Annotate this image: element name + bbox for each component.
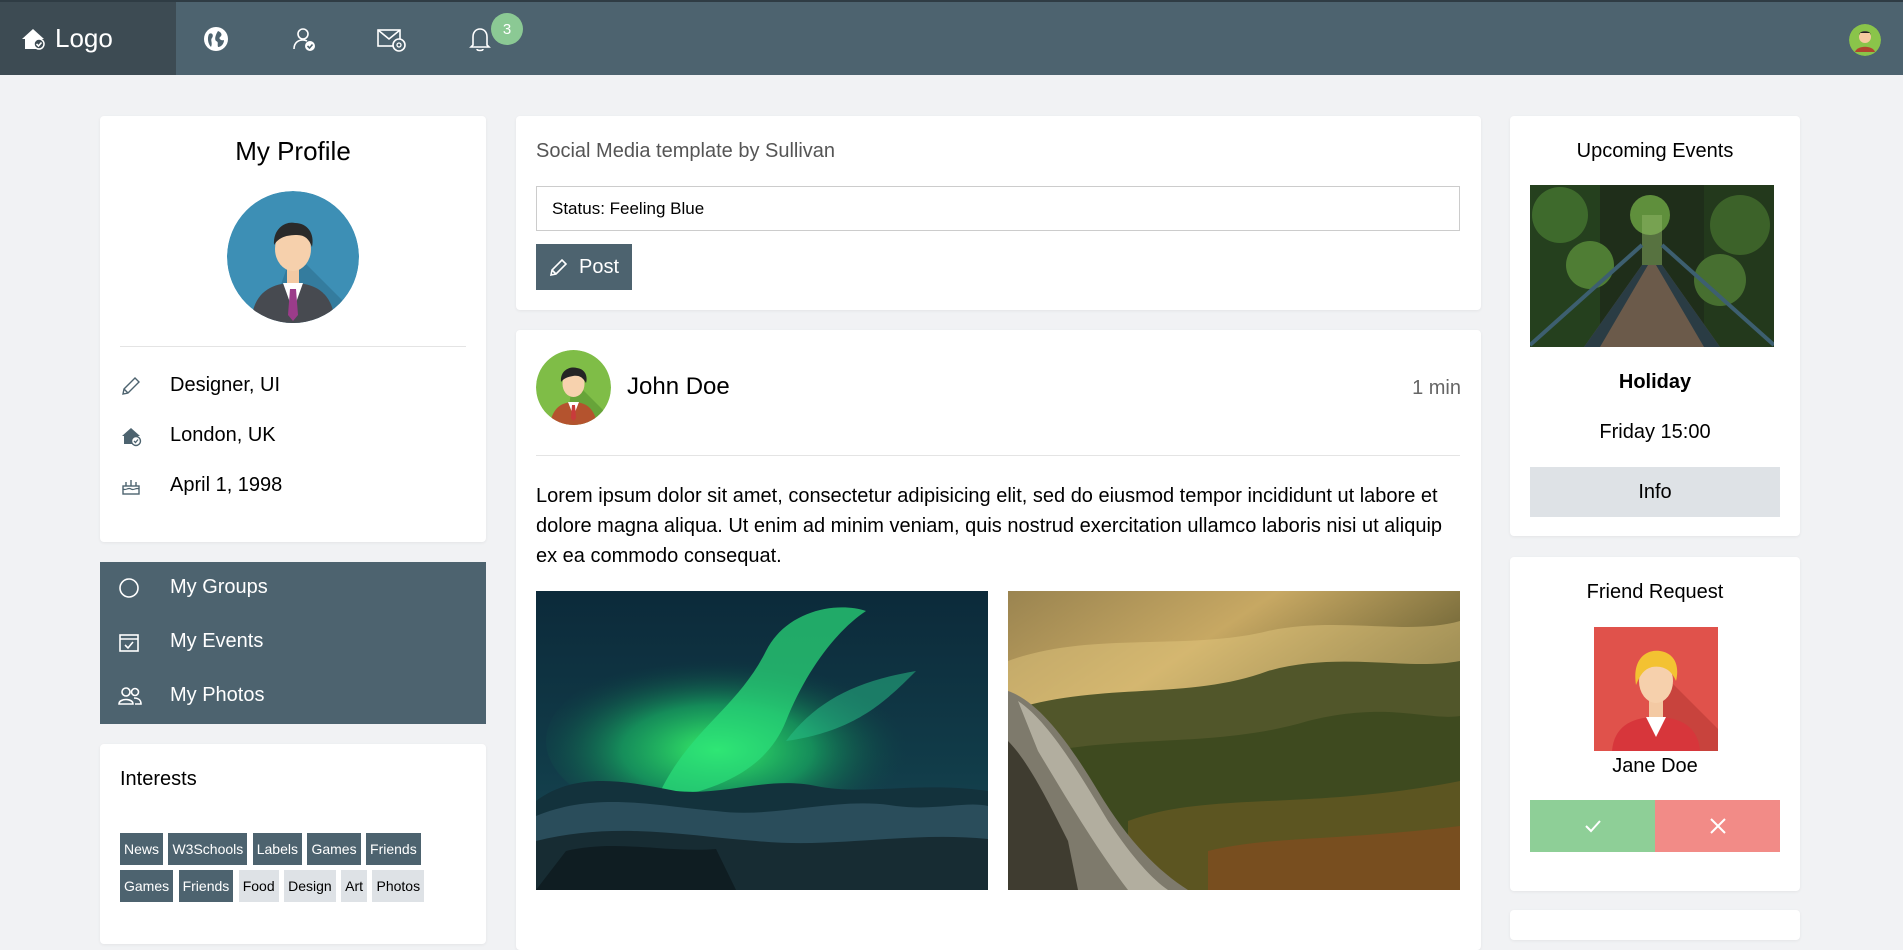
nav-globe-button[interactable] bbox=[173, 2, 258, 75]
author-avatar[interactable] bbox=[536, 350, 611, 425]
friend-request-card: Friend Request Jane Doe bbox=[1510, 557, 1800, 891]
info-text: Designer, UI bbox=[170, 374, 281, 396]
menu-item-photos[interactable]: My Photos bbox=[118, 684, 264, 707]
tag[interactable]: News bbox=[120, 833, 164, 865]
interest-tags: News W3Schools Labels Games Friends Game… bbox=[120, 833, 480, 907]
bell-icon bbox=[468, 27, 491, 51]
post-card: John Doe 1 min Lorem ipsum dolor sit ame… bbox=[516, 330, 1481, 950]
tag[interactable]: Games bbox=[120, 870, 174, 902]
info-row-location: London, UK bbox=[120, 424, 276, 447]
nav-profile-button[interactable] bbox=[261, 2, 346, 75]
logo-label: Logo bbox=[55, 23, 113, 53]
top-navbar: Logo 3 bbox=[0, 0, 1903, 75]
post-photo-aurora[interactable] bbox=[536, 591, 988, 890]
composer-subtitle: Social Media template by Sullivan bbox=[536, 140, 836, 162]
home-icon bbox=[122, 427, 142, 446]
interests-title: Interests bbox=[120, 768, 197, 790]
profile-title: My Profile bbox=[235, 136, 351, 166]
check-icon bbox=[1584, 820, 1601, 833]
decline-button[interactable] bbox=[1655, 800, 1780, 852]
tag[interactable]: Design bbox=[284, 870, 336, 902]
post-button[interactable]: Post bbox=[536, 244, 632, 290]
friend-name: Jane Doe bbox=[1612, 755, 1698, 777]
post-photo-forest[interactable] bbox=[1008, 591, 1460, 890]
tag[interactable]: Art bbox=[341, 870, 368, 902]
event-info-button[interactable]: Info bbox=[1530, 467, 1780, 517]
calendar-icon bbox=[119, 633, 139, 652]
menu-item-groups[interactable]: My Groups bbox=[118, 576, 268, 599]
profile-card: My Profile Designer, UI London, UK April… bbox=[100, 116, 486, 542]
profile-avatar bbox=[227, 191, 359, 323]
event-image[interactable] bbox=[1530, 185, 1774, 347]
nav-messages-button[interactable] bbox=[348, 2, 433, 75]
tag[interactable]: Photos bbox=[372, 870, 425, 902]
tag[interactable]: Friends bbox=[178, 870, 234, 902]
logo-link[interactable]: Logo bbox=[0, 2, 176, 75]
events-title: Upcoming Events bbox=[1576, 140, 1734, 162]
menu-item-events[interactable]: My Events bbox=[118, 630, 263, 653]
divider bbox=[536, 455, 1460, 456]
info-text: April 1, 1998 bbox=[170, 474, 283, 496]
info-row-job: Designer, UI bbox=[120, 374, 280, 397]
tag[interactable]: Food bbox=[238, 870, 279, 902]
pencil-icon bbox=[122, 376, 140, 395]
notification-badge: 3 bbox=[491, 13, 523, 45]
info-row-birthday: April 1, 1998 bbox=[120, 474, 282, 497]
globe-icon bbox=[203, 26, 228, 51]
events-card: Upcoming Events Holiday Friday 15:00 Inf… bbox=[1510, 116, 1800, 536]
post-author[interactable]: John Doe bbox=[627, 373, 730, 401]
close-icon bbox=[1709, 818, 1726, 834]
post-body: Lorem ipsum dolor sit amet, consectetur … bbox=[536, 485, 1443, 567]
post-time: 1 min bbox=[1412, 377, 1461, 399]
circle-icon bbox=[119, 577, 139, 598]
info-text: London, UK bbox=[170, 424, 276, 446]
interests-card: Interests News W3Schools Labels Games Fr… bbox=[100, 744, 486, 944]
users-icon bbox=[118, 686, 142, 705]
status-input[interactable]: Status: Feeling Blue bbox=[536, 186, 1460, 231]
side-menu: My Groups My Events My Photos bbox=[100, 562, 486, 724]
tag[interactable]: Games bbox=[307, 833, 361, 865]
menu-item-label: My Photos bbox=[170, 684, 265, 706]
friend-request-title: Friend Request bbox=[1586, 581, 1724, 603]
user-check-icon bbox=[292, 27, 315, 51]
menu-item-label: My Events bbox=[170, 630, 264, 652]
composer-card: Social Media template by Sullivan Status… bbox=[516, 116, 1481, 310]
mail-icon bbox=[376, 28, 406, 52]
tag[interactable]: W3Schools bbox=[168, 833, 248, 865]
event-time: Friday 15:00 bbox=[1599, 421, 1711, 443]
home-icon bbox=[22, 28, 45, 50]
event-name: Holiday bbox=[1618, 371, 1692, 393]
cake-icon bbox=[122, 479, 140, 495]
menu-item-label: My Groups bbox=[170, 576, 268, 598]
pencil-icon bbox=[549, 258, 568, 277]
partial-card bbox=[1510, 910, 1800, 940]
tag[interactable]: Friends bbox=[366, 833, 421, 865]
post-button-label: Post bbox=[578, 255, 620, 278]
tag[interactable]: Labels bbox=[252, 833, 302, 865]
accept-button[interactable] bbox=[1530, 800, 1655, 852]
friend-avatar[interactable] bbox=[1594, 627, 1718, 751]
divider bbox=[120, 346, 466, 347]
user-avatar[interactable] bbox=[1849, 24, 1881, 56]
